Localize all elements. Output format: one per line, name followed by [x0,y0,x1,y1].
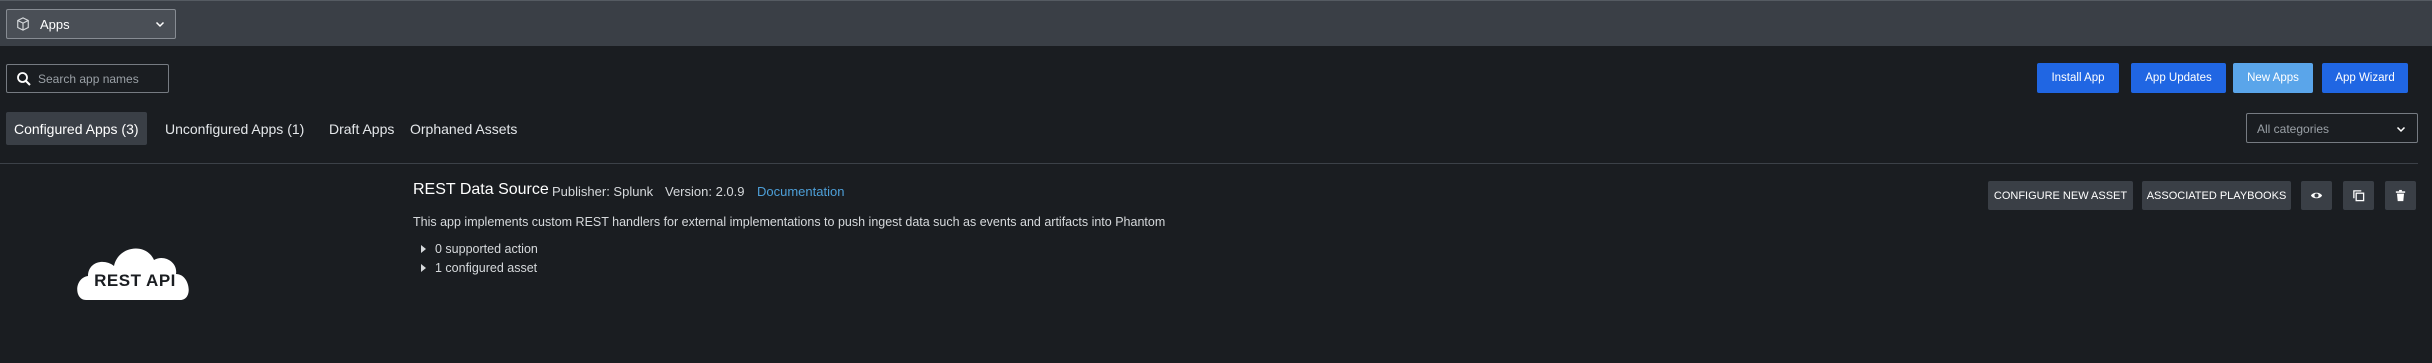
logo-text: REST API [94,271,176,290]
delete-app-button[interactable] [2385,181,2416,210]
tab-unconfigured-apps[interactable]: Unconfigured Apps (1) [157,112,312,145]
app-name: REST Data Source [413,181,549,198]
configured-assets-expander[interactable]: 1 configured asset [421,261,537,275]
configured-assets-label: 1 configured asset [435,261,538,275]
tab-orphaned-assets[interactable]: Orphaned Assets [402,112,525,145]
app-selector-label: Apps [40,17,70,32]
search-input[interactable]: Search app names [6,64,169,93]
app-description: This app implements custom REST handlers… [413,215,1166,229]
documentation-link[interactable]: Documentation [757,184,844,199]
supported-actions-expander[interactable]: 0 supported action [421,242,538,256]
app-wizard-button[interactable]: App Wizard [2322,63,2408,93]
search-icon [17,72,31,86]
associated-playbooks-button[interactable]: ASSOCIATED PLAYBOOKS [2142,181,2291,210]
tab-draft-apps[interactable]: Draft Apps [321,112,402,145]
chevron-down-icon [155,21,165,28]
divider [0,163,2418,164]
supported-actions-label: 0 supported action [435,242,538,256]
category-filter-label: All categories [2257,122,2330,136]
trash-icon [2395,189,2406,202]
eye-icon [2310,192,2323,199]
view-app-button[interactable] [2301,181,2332,210]
app-version: Version: 2.0.9 [665,184,745,199]
install-app-button[interactable]: Install App [2037,63,2119,93]
copy-icon [2353,190,2365,202]
caret-right-icon [421,245,426,253]
app-publisher: Publisher: Splunk [552,184,654,199]
caret-right-icon [421,264,426,272]
app-updates-button[interactable]: App Updates [2131,63,2226,93]
configure-new-asset-button[interactable]: CONFIGURE NEW ASSET [1988,181,2133,210]
copy-app-button[interactable] [2343,181,2374,210]
category-filter-dropdown[interactable]: All categories [2246,113,2418,143]
top-bar: Apps [0,0,2432,46]
chevron-down-icon [2396,126,2406,133]
app-selector-dropdown[interactable]: Apps [6,9,176,39]
cube-icon [17,17,29,31]
search-placeholder: Search app names [38,72,139,86]
rest-api-cloud-logo [77,248,189,300]
tab-configured-apps[interactable]: Configured Apps (3) [6,112,147,145]
new-apps-button[interactable]: New Apps [2233,63,2313,93]
